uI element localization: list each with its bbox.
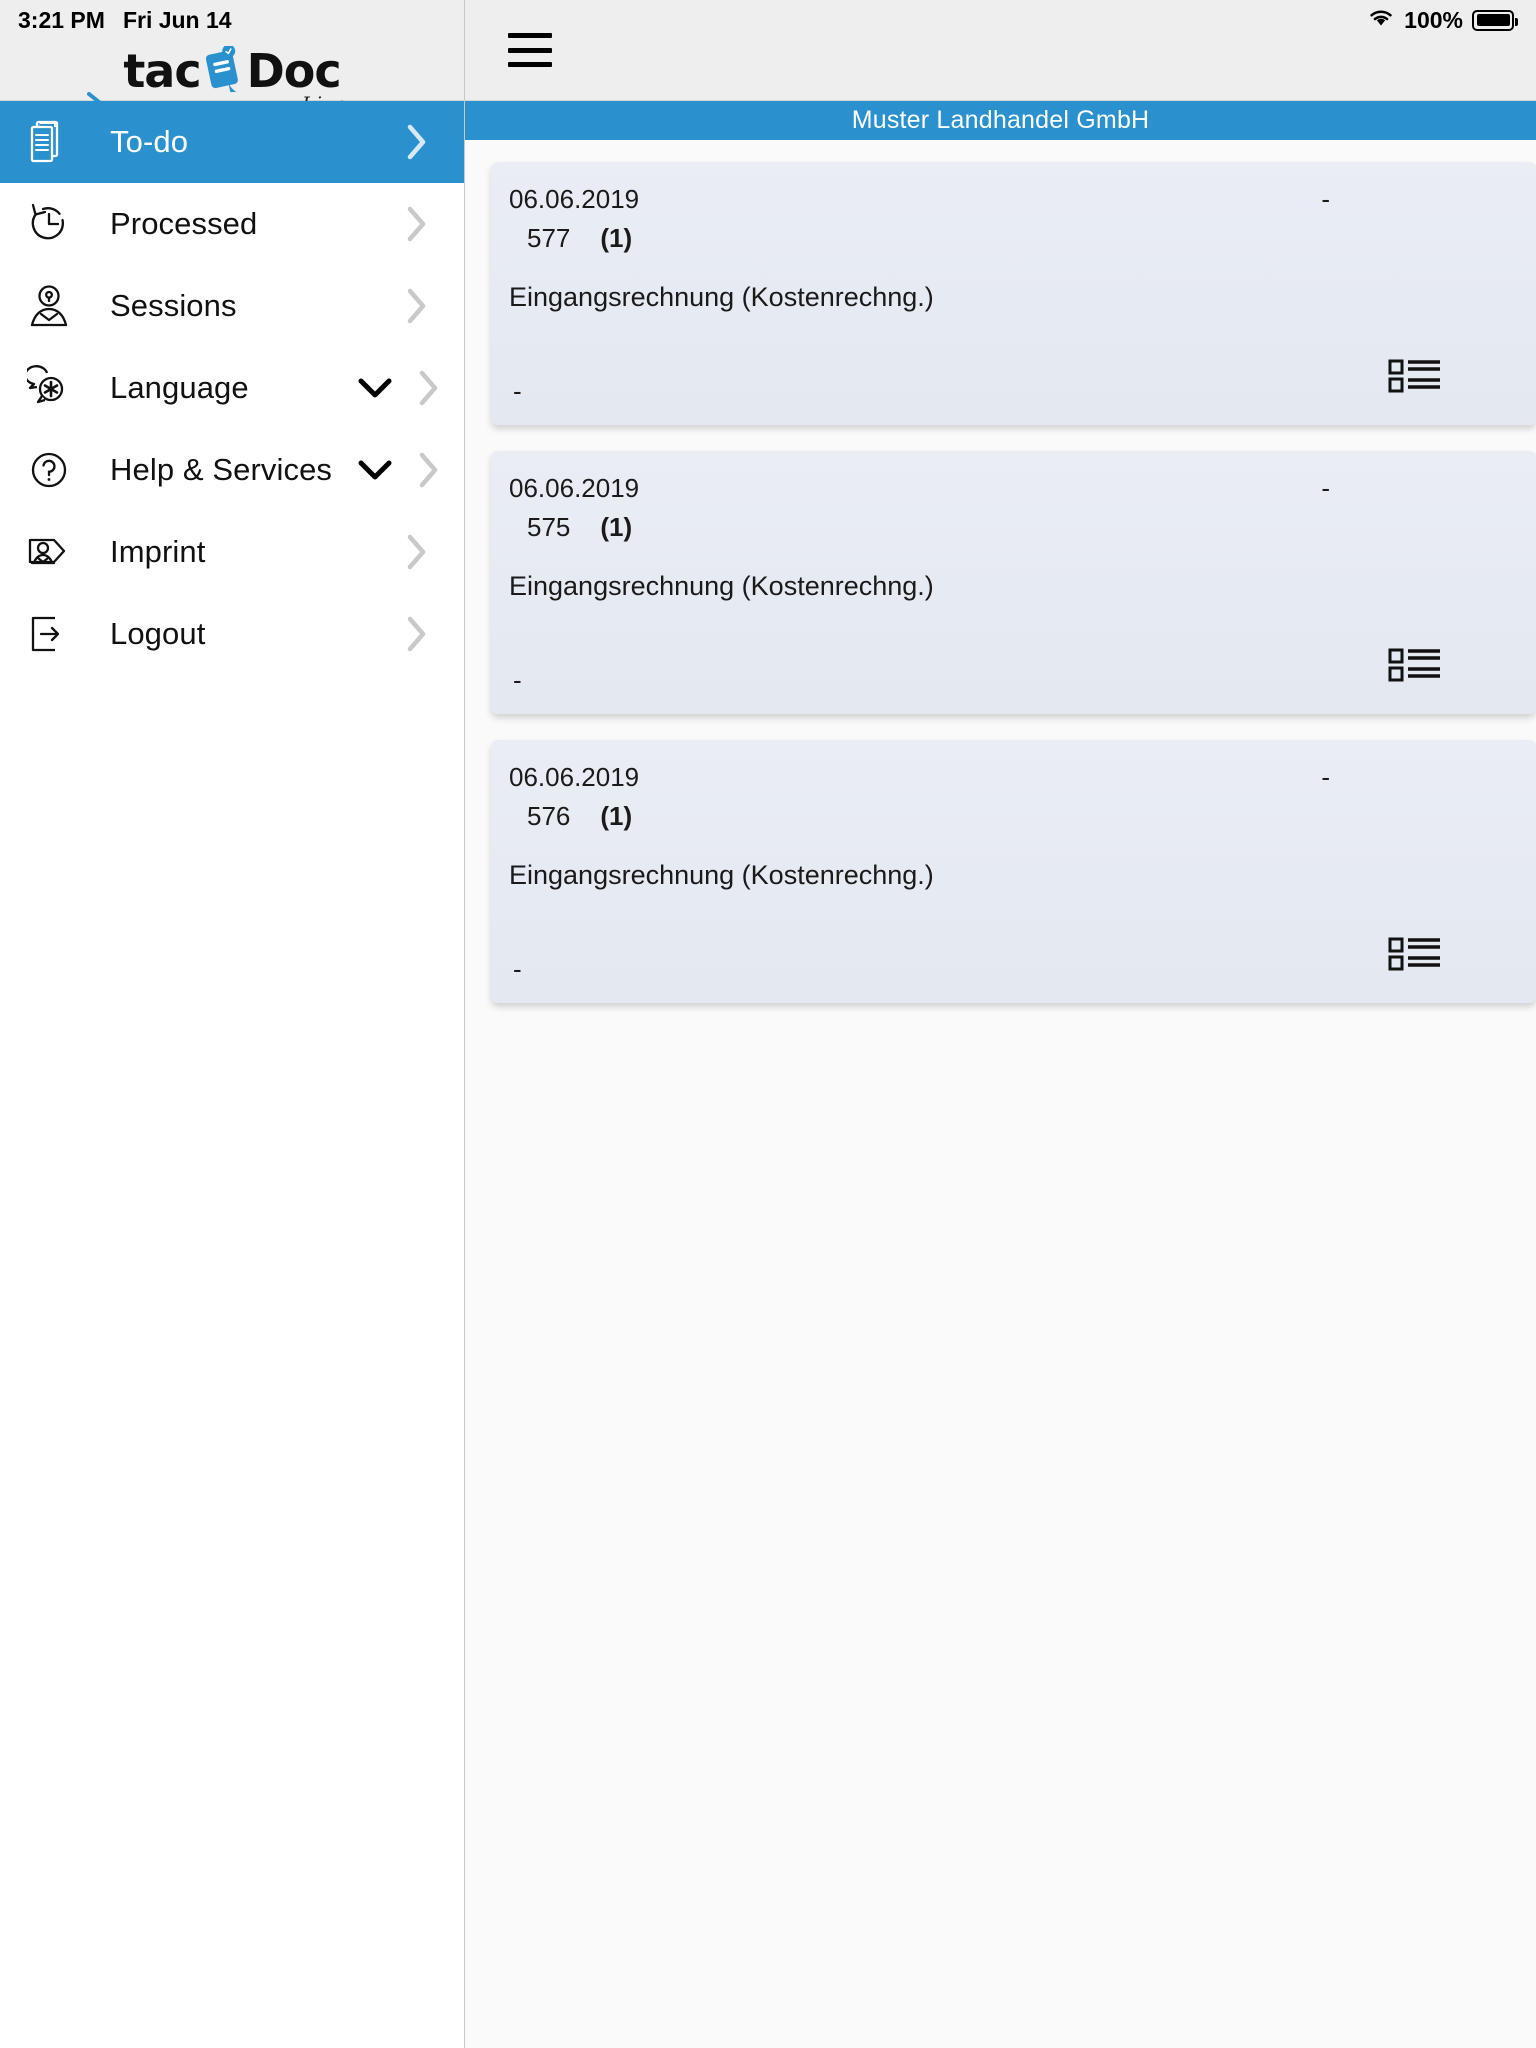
sidebar-item-help-services[interactable]: Help & Services (0, 429, 464, 511)
documents-stack-icon (26, 119, 72, 165)
document-right-value: - (1321, 473, 1330, 503)
chevron-right-icon[interactable] (394, 124, 440, 160)
sidebar-item-label: Logout (110, 616, 206, 651)
chevron-right-icon[interactable] (394, 206, 440, 242)
card-header-row: 06.06.2019 - (509, 184, 1510, 215)
content-pane: Muster Landhandel GmbH 06.06.2019 - 577 … (465, 0, 1536, 2048)
sidebar-item-imprint[interactable]: Imprint (0, 511, 464, 593)
contact-tag-icon (26, 529, 72, 575)
document-count: (1) (600, 801, 633, 831)
document-type: Eingangsrechnung (Kostenrechng.) (509, 282, 934, 312)
tacdoc-logo: tac Doc (87, 44, 346, 114)
card-number-row: 576 (1) (509, 801, 1510, 832)
list-detail-icon[interactable] (1388, 357, 1442, 407)
chevron-right-icon[interactable] (418, 452, 440, 488)
sidebar-item-label: Imprint (110, 534, 206, 569)
card-number-row: 577 (1) (509, 223, 1510, 254)
logo-text-tac: tac (123, 44, 201, 98)
company-header-bar: Muster Landhandel GmbH (465, 101, 1536, 140)
document-number: 575 (527, 512, 571, 542)
document-right-value: - (1321, 762, 1330, 792)
document-note: - (513, 665, 522, 695)
document-date: 06.06.2019 (509, 184, 640, 214)
list-detail-icon[interactable] (1388, 646, 1442, 696)
chevron-right-icon[interactable] (394, 616, 440, 652)
document-list: 06.06.2019 - 577 (1) Eingangsrechnung (K… (465, 140, 1536, 2048)
document-card[interactable]: 06.06.2019 - 575 (1) Eingangsrechnung (K… (491, 451, 1536, 714)
sidebar-item-label: Processed (110, 206, 258, 241)
document-date: 06.06.2019 (509, 473, 640, 503)
chevron-right-icon[interactable] (394, 288, 440, 324)
card-footer-row: - (509, 357, 1510, 407)
document-date: 06.06.2019 (509, 762, 640, 792)
logo-text-doc: Doc (246, 44, 342, 98)
tacdoc-clipboard-icon (202, 44, 246, 98)
content-topbar (465, 0, 1536, 101)
document-number: 576 (527, 801, 571, 831)
sidebar-menu: To-do Processed Sessions Language Help &… (0, 101, 464, 675)
sidebar-item-label: Help & Services (110, 452, 333, 487)
sidebar-item-todo[interactable]: To-do (0, 101, 464, 183)
card-number-row: 575 (1) (509, 512, 1510, 543)
sidebar-item-logout[interactable]: Logout (0, 593, 464, 675)
document-type: Eingangsrechnung (Kostenrechng.) (509, 571, 934, 601)
card-header-row: 06.06.2019 - (509, 473, 1510, 504)
document-note: - (513, 954, 522, 984)
sidebar: tac Doc To-do Processed Sessions Languag… (0, 0, 465, 2048)
sidebar-item-label: Language (110, 370, 249, 405)
company-name: Muster Landhandel GmbH (851, 106, 1150, 134)
sidebar-item-language[interactable]: Language (0, 347, 464, 429)
document-count: (1) (600, 223, 633, 253)
document-card[interactable]: 06.06.2019 - 576 (1) Eingangsrechnung (K… (491, 740, 1536, 1003)
document-number: 577 (527, 223, 571, 253)
document-note: - (513, 376, 522, 406)
sidebar-item-label: Sessions (110, 288, 237, 323)
clock-history-icon (26, 201, 72, 247)
sidebar-item-label: To-do (110, 124, 189, 159)
speech-bubbles-icon (26, 365, 72, 411)
sidebar-item-sessions[interactable]: Sessions (0, 265, 464, 347)
chevron-down-icon[interactable] (356, 374, 394, 402)
user-key-icon (26, 283, 72, 329)
sidebar-item-processed[interactable]: Processed (0, 183, 464, 265)
card-header-row: 06.06.2019 - (509, 762, 1510, 793)
logout-arrow-icon (26, 611, 72, 657)
chevron-right-icon[interactable] (418, 370, 440, 406)
document-right-value: - (1321, 184, 1330, 214)
card-footer-row: - (509, 935, 1510, 985)
document-count: (1) (600, 512, 633, 542)
hamburger-menu-icon[interactable] (508, 33, 552, 67)
chevron-right-icon[interactable] (394, 534, 440, 570)
brand-logo-area: tac Doc (0, 0, 464, 114)
card-footer-row: - (509, 646, 1510, 696)
document-card[interactable]: 06.06.2019 - 577 (1) Eingangsrechnung (K… (491, 162, 1536, 425)
chevron-down-icon[interactable] (356, 456, 394, 484)
app-root: 3:21 PM Fri Jun 14 100% tac Doc To-do Pr… (0, 0, 1536, 2048)
main-split: tac Doc To-do Processed Sessions Languag… (0, 0, 1536, 2048)
list-detail-icon[interactable] (1388, 935, 1442, 985)
question-circle-icon (26, 447, 72, 493)
document-type: Eingangsrechnung (Kostenrechng.) (509, 860, 934, 890)
